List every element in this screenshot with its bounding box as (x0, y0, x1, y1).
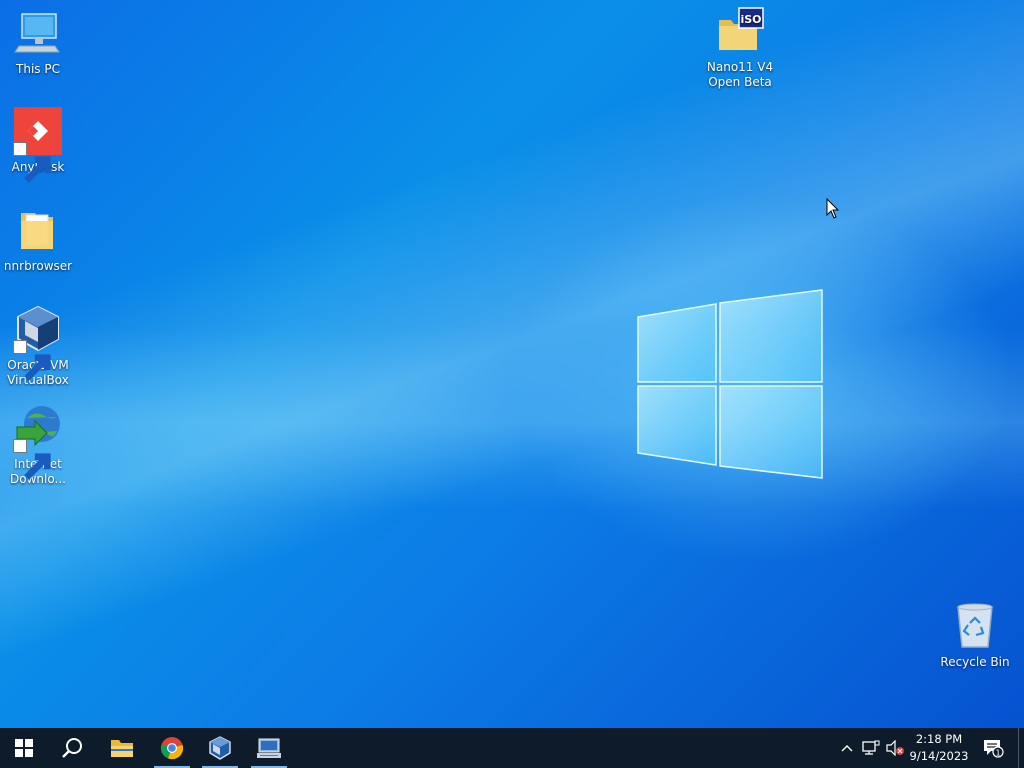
anydesk-icon (13, 106, 63, 183)
volume-muted-icon (886, 740, 904, 756)
desktop-icon-label: Nano11 V4 Open Beta (706, 60, 774, 89)
taskbar-clock[interactable]: 2:18 PM 9/14/2023 (906, 728, 972, 768)
network-tray-button[interactable] (860, 728, 882, 768)
notification-count: 1 (995, 749, 1000, 758)
search-icon (62, 738, 82, 758)
virtualbox-icon (209, 736, 231, 760)
desktop-icon-this-pc[interactable]: This PC (0, 8, 76, 77)
iso-badge-text: iSO (740, 13, 761, 26)
desktop-icon-anydesk[interactable]: AnyDesk (0, 106, 76, 183)
shortcut-arrow-icon (13, 142, 51, 183)
chrome-button[interactable] (150, 728, 194, 768)
mouse-cursor-icon (826, 198, 840, 219)
recycle-bin-icon (950, 601, 1000, 651)
desktop-icon-virtualbox[interactable]: Oracle VM VirtualBox (0, 304, 76, 388)
folder-icon (111, 740, 133, 757)
desktop-icon-label: Recycle Bin (940, 655, 1010, 669)
notification-icon: 1 (984, 740, 1004, 758)
desktop[interactable]: This PC AnyDesk nnrbrowser Oracle VM Vir… (0, 0, 1024, 728)
volume-tray-button[interactable] (884, 728, 906, 768)
network-app-icon (257, 738, 281, 758)
app-button[interactable] (247, 728, 291, 768)
virtualbox-icon (13, 304, 63, 381)
windows-wallpaper-logo (637, 289, 823, 479)
taskbar: 2:18 PM 9/14/2023 1 (0, 728, 1024, 768)
shortcut-arrow-icon (13, 439, 51, 480)
shortcut-arrow-icon (13, 340, 51, 381)
start-button[interactable] (2, 728, 46, 768)
desktop-icon-label: This PC (16, 62, 60, 76)
desktop-icon-internet-download-manager[interactable]: Internet Downlo... (0, 403, 76, 487)
file-explorer-button[interactable] (100, 728, 144, 768)
chrome-icon (160, 737, 184, 760)
chevron-up-icon (841, 745, 853, 752)
show-desktop-button[interactable] (1018, 728, 1024, 768)
search-button[interactable] (50, 728, 94, 768)
network-icon (862, 740, 880, 755)
internet-download-manager-icon (13, 403, 63, 480)
desktop-icon-nnrbrowser[interactable]: nnrbrowser (0, 205, 76, 274)
clock-time: 2:18 PM (915, 732, 963, 746)
action-center-button[interactable]: 1 (978, 728, 1008, 768)
virtualbox-button[interactable] (198, 728, 242, 768)
folder-icon (13, 205, 63, 255)
windows-icon (15, 739, 33, 757)
desktop-icon-nano11-iso[interactable]: iSO Nano11 V4 Open Beta (702, 6, 778, 90)
iso-file-icon: iSO (715, 6, 765, 56)
show-hidden-icons-button[interactable] (838, 728, 856, 768)
clock-date: 9/14/2023 (909, 749, 969, 763)
desktop-icon-label: nnrbrowser (3, 259, 73, 273)
desktop-icon-recycle-bin[interactable]: Recycle Bin (937, 601, 1013, 670)
computer-icon (13, 8, 63, 58)
